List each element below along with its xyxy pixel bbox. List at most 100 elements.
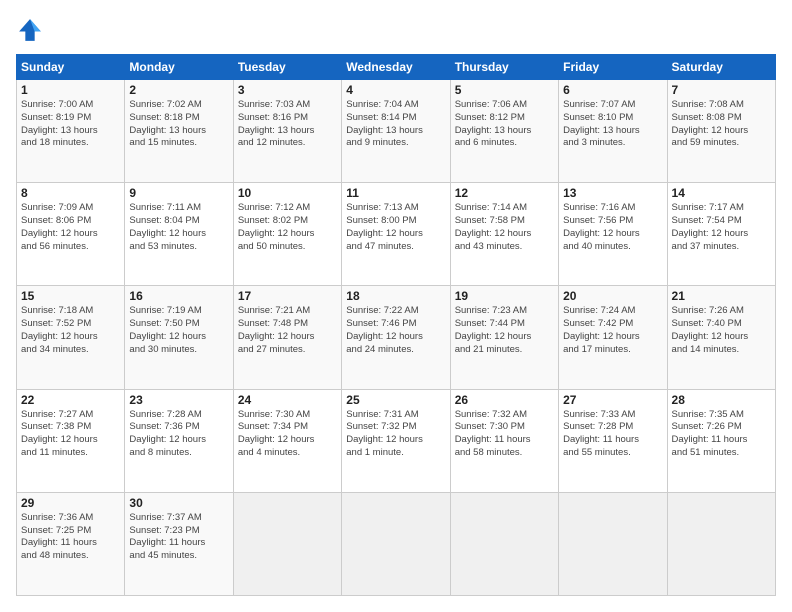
calendar-cell: 6 Sunrise: 7:07 AMSunset: 8:10 PMDaylight… [559, 80, 667, 183]
day-number: 18 [346, 289, 445, 303]
calendar-cell: 30 Sunrise: 7:37 AMSunset: 7:23 PMDayligh… [125, 492, 233, 595]
calendar-cell: 29 Sunrise: 7:36 AMSunset: 7:25 PMDayligh… [17, 492, 125, 595]
calendar-week-3: 15 Sunrise: 7:18 AMSunset: 7:52 PMDayligh… [17, 286, 776, 389]
day-number: 24 [238, 393, 337, 407]
header [16, 16, 776, 44]
day-number: 4 [346, 83, 445, 97]
calendar-cell: 27 Sunrise: 7:33 AMSunset: 7:28 PMDayligh… [559, 389, 667, 492]
day-detail: Sunrise: 7:11 AMSunset: 8:04 PMDaylight:… [129, 202, 228, 253]
calendar-header-row: Sunday Monday Tuesday Wednesday Thursday… [17, 55, 776, 80]
day-number: 30 [129, 496, 228, 510]
day-detail: Sunrise: 7:21 AMSunset: 7:48 PMDaylight:… [238, 305, 337, 356]
calendar-cell: 3 Sunrise: 7:03 AMSunset: 8:16 PMDaylight… [233, 80, 341, 183]
calendar-week-5: 29 Sunrise: 7:36 AMSunset: 7:25 PMDayligh… [17, 492, 776, 595]
col-tuesday: Tuesday [233, 55, 341, 80]
calendar-cell: 22Sunrise: 7:27 AMSunset: 7:38 PMDayligh… [17, 389, 125, 492]
day-detail: Sunrise: 7:35 AMSunset: 7:26 PMDaylight:… [672, 409, 771, 460]
day-number: 25 [346, 393, 445, 407]
calendar-cell: 11 Sunrise: 7:13 AMSunset: 8:00 PMDayligh… [342, 183, 450, 286]
day-detail: Sunrise: 7:06 AMSunset: 8:12 PMDaylight:… [455, 99, 554, 150]
col-monday: Monday [125, 55, 233, 80]
day-detail: Sunrise: 7:37 AMSunset: 7:23 PMDaylight:… [129, 512, 228, 563]
day-detail: Sunrise: 7:02 AMSunset: 8:18 PMDaylight:… [129, 99, 228, 150]
calendar-cell [342, 492, 450, 595]
calendar-week-2: 8 Sunrise: 7:09 AMSunset: 8:06 PMDaylight… [17, 183, 776, 286]
day-detail: Sunrise: 7:36 AMSunset: 7:25 PMDaylight:… [21, 512, 120, 563]
day-number: 1 [21, 83, 120, 97]
calendar-week-1: 1 Sunrise: 7:00 AMSunset: 8:19 PMDaylight… [17, 80, 776, 183]
calendar-cell [667, 492, 775, 595]
calendar-cell: 28 Sunrise: 7:35 AMSunset: 7:26 PMDayligh… [667, 389, 775, 492]
calendar-cell: 14 Sunrise: 7:17 AMSunset: 7:54 PMDayligh… [667, 183, 775, 286]
calendar-cell: 17 Sunrise: 7:21 AMSunset: 7:48 PMDayligh… [233, 286, 341, 389]
day-number: 12 [455, 186, 554, 200]
calendar-cell: 10Sunrise: 7:12 AMSunset: 8:02 PMDayligh… [233, 183, 341, 286]
calendar: Sunday Monday Tuesday Wednesday Thursday… [16, 54, 776, 596]
day-detail: Sunrise: 7:23 AMSunset: 7:44 PMDaylight:… [455, 305, 554, 356]
day-detail: Sunrise: 7:16 AMSunset: 7:56 PMDaylight:… [563, 202, 662, 253]
day-number: 28 [672, 393, 771, 407]
day-number: 15 [21, 289, 120, 303]
day-number: 6 [563, 83, 662, 97]
day-detail: Sunrise: 7:18 AMSunset: 7:52 PMDaylight:… [21, 305, 120, 356]
col-thursday: Thursday [450, 55, 558, 80]
day-number: 8 [21, 186, 120, 200]
day-detail: Sunrise: 7:19 AMSunset: 7:50 PMDaylight:… [129, 305, 228, 356]
calendar-cell: 19Sunrise: 7:23 AMSunset: 7:44 PMDayligh… [450, 286, 558, 389]
day-number: 9 [129, 186, 228, 200]
day-detail: Sunrise: 7:31 AMSunset: 7:32 PMDaylight:… [346, 409, 445, 460]
day-number: 20 [563, 289, 662, 303]
calendar-cell: 15 Sunrise: 7:18 AMSunset: 7:52 PMDayligh… [17, 286, 125, 389]
day-number: 17 [238, 289, 337, 303]
day-detail: Sunrise: 7:00 AMSunset: 8:19 PMDaylight:… [21, 99, 120, 150]
day-number: 14 [672, 186, 771, 200]
calendar-cell: 8 Sunrise: 7:09 AMSunset: 8:06 PMDaylight… [17, 183, 125, 286]
col-sunday: Sunday [17, 55, 125, 80]
calendar-week-4: 22Sunrise: 7:27 AMSunset: 7:38 PMDayligh… [17, 389, 776, 492]
calendar-cell: 7 Sunrise: 7:08 AMSunset: 8:08 PMDaylight… [667, 80, 775, 183]
day-detail: Sunrise: 7:14 AMSunset: 7:58 PMDaylight:… [455, 202, 554, 253]
day-detail: Sunrise: 7:04 AMSunset: 8:14 PMDaylight:… [346, 99, 445, 150]
calendar-cell: 13 Sunrise: 7:16 AMSunset: 7:56 PMDayligh… [559, 183, 667, 286]
day-number: 27 [563, 393, 662, 407]
day-detail: Sunrise: 7:03 AMSunset: 8:16 PMDaylight:… [238, 99, 337, 150]
col-wednesday: Wednesday [342, 55, 450, 80]
logo-icon [16, 16, 44, 44]
day-detail: Sunrise: 7:30 AMSunset: 7:34 PMDaylight:… [238, 409, 337, 460]
calendar-cell: 5 Sunrise: 7:06 AMSunset: 8:12 PMDaylight… [450, 80, 558, 183]
day-detail: Sunrise: 7:32 AMSunset: 7:30 PMDaylight:… [455, 409, 554, 460]
day-number: 10 [238, 186, 337, 200]
day-number: 16 [129, 289, 228, 303]
day-detail: Sunrise: 7:17 AMSunset: 7:54 PMDaylight:… [672, 202, 771, 253]
day-detail: Sunrise: 7:08 AMSunset: 8:08 PMDaylight:… [672, 99, 771, 150]
day-number: 23 [129, 393, 228, 407]
page: Sunday Monday Tuesday Wednesday Thursday… [0, 0, 792, 612]
day-number: 26 [455, 393, 554, 407]
day-number: 21 [672, 289, 771, 303]
day-detail: Sunrise: 7:13 AMSunset: 8:00 PMDaylight:… [346, 202, 445, 253]
day-number: 11 [346, 186, 445, 200]
calendar-cell: 24 Sunrise: 7:30 AMSunset: 7:34 PMDayligh… [233, 389, 341, 492]
day-detail: Sunrise: 7:28 AMSunset: 7:36 PMDaylight:… [129, 409, 228, 460]
calendar-cell: 1 Sunrise: 7:00 AMSunset: 8:19 PMDaylight… [17, 80, 125, 183]
calendar-cell [233, 492, 341, 595]
calendar-cell: 25 Sunrise: 7:31 AMSunset: 7:32 PMDayligh… [342, 389, 450, 492]
calendar-cell: 20 Sunrise: 7:24 AMSunset: 7:42 PMDayligh… [559, 286, 667, 389]
day-number: 13 [563, 186, 662, 200]
calendar-cell: 26 Sunrise: 7:32 AMSunset: 7:30 PMDayligh… [450, 389, 558, 492]
calendar-cell: 9 Sunrise: 7:11 AMSunset: 8:04 PMDaylight… [125, 183, 233, 286]
day-number: 3 [238, 83, 337, 97]
day-number: 7 [672, 83, 771, 97]
day-number: 5 [455, 83, 554, 97]
day-detail: Sunrise: 7:07 AMSunset: 8:10 PMDaylight:… [563, 99, 662, 150]
logo [16, 16, 48, 44]
day-detail: Sunrise: 7:09 AMSunset: 8:06 PMDaylight:… [21, 202, 120, 253]
day-detail: Sunrise: 7:33 AMSunset: 7:28 PMDaylight:… [563, 409, 662, 460]
day-detail: Sunrise: 7:24 AMSunset: 7:42 PMDaylight:… [563, 305, 662, 356]
calendar-cell: 16 Sunrise: 7:19 AMSunset: 7:50 PMDayligh… [125, 286, 233, 389]
calendar-cell: 4 Sunrise: 7:04 AMSunset: 8:14 PMDaylight… [342, 80, 450, 183]
calendar-cell: 2Sunrise: 7:02 AMSunset: 8:18 PMDaylight… [125, 80, 233, 183]
day-number: 29 [21, 496, 120, 510]
calendar-cell: 21Sunrise: 7:26 AMSunset: 7:40 PMDayligh… [667, 286, 775, 389]
day-detail: Sunrise: 7:22 AMSunset: 7:46 PMDaylight:… [346, 305, 445, 356]
